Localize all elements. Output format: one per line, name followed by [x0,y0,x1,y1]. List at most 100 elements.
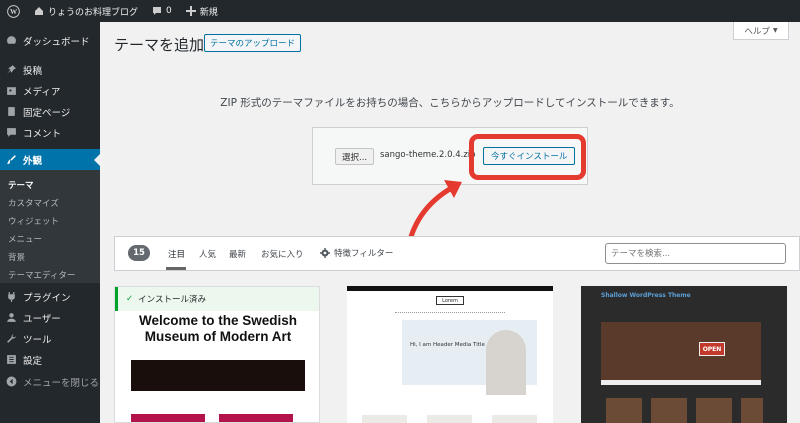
plugin-icon [6,291,17,302]
collapse-icon [6,376,17,387]
preview-block [131,414,205,422]
theme-card[interactable]: Lorem Hi, I am Header Media Title [347,286,553,423]
comments-link[interactable]: 0 [145,0,179,22]
preview-person-image [486,330,526,395]
choose-file-button[interactable]: 選択... [335,148,375,165]
theme-card[interactable]: ✓ インストール済み Welcome to the Swedish Museum… [114,286,320,423]
active-tab-indicator [166,267,186,270]
tab-featured[interactable]: 注目 [168,248,185,260]
preview-dark-band [131,360,305,391]
menu-collapse[interactable]: メニューを閉じる [0,371,100,392]
svg-text:W: W [10,8,18,16]
gear-icon [320,248,330,258]
preview-thumbnail [741,398,763,423]
preview-site-title: Shallow WordPress Theme [601,292,691,299]
preview-row [492,415,537,423]
menu-label: 設定 [23,355,43,367]
menu-label: ツール [23,334,52,346]
menu-settings[interactable]: 設定 [0,349,100,370]
installed-label: インストール済み [138,295,206,305]
submenu-customize[interactable]: カスタマイズ [8,197,59,209]
settings-icon [6,354,17,365]
page-icon [6,106,17,117]
preview-hero: Hi, I am Header Media Title [402,320,537,395]
wp-logo-icon[interactable]: W [0,0,27,22]
home-icon [35,7,43,15]
pin-icon [6,64,17,75]
preview-hero-title: Hi, I am Header Media Title [410,342,485,348]
user-icon [6,312,17,323]
menu-label: 投稿 [23,65,43,77]
theme-preview-title: Welcome to the Swedish Museum of Modern … [115,313,319,345]
menu-dashboard[interactable]: ダッシュボード [0,30,100,51]
wrench-icon [6,333,17,344]
theme-card[interactable]: Shallow WordPress Theme OPEN [581,286,787,423]
menu-label: ダッシュボード [23,36,90,48]
menu-pages[interactable]: 固定ページ [0,101,100,122]
preview-logo: Lorem [436,296,464,305]
submenu-menus[interactable]: メニュー [8,233,42,245]
comments-count: 0 [166,6,172,16]
dashboard-icon [6,35,17,46]
preview-topbar [347,286,553,291]
page-title: テーマを追加 [114,36,205,54]
preview-thumbnail [606,398,642,423]
submenu-themes[interactable]: テーマ [8,179,34,191]
menu-media[interactable]: メディア [0,80,100,101]
preview-thumbnail [696,398,732,423]
feature-filter-button[interactable]: 特徴フィルター [320,247,393,259]
preview-nav [395,312,505,315]
highlight-annotation [469,134,586,180]
menu-label: メニューを閉じる [23,377,100,389]
new-content-link[interactable]: 新規 [179,0,225,22]
menu-plugins[interactable]: プラグイン [0,286,100,307]
upload-description: ZIP 形式のテーマファイルをお持ちの場合、こちらからアップロードしてインストー… [220,97,680,109]
preview-caption [601,380,761,385]
comment-icon [6,127,17,138]
admin-sidebar: ダッシュボード 投稿 メディア 固定ページ コメント 外観 テーマ カスタマイズ… [0,22,100,423]
tab-popular[interactable]: 人気 [199,248,216,260]
new-label: 新規 [199,7,218,18]
preview-row [362,415,407,423]
tab-favorites[interactable]: お気に入り [261,248,304,260]
brush-icon [6,154,17,165]
menu-comments[interactable]: コメント [0,122,100,143]
menu-posts[interactable]: 投稿 [0,59,100,80]
checkmark-icon: ✓ [126,294,134,304]
upload-theme-button[interactable]: テーマのアップロード [204,34,302,52]
menu-label: 固定ページ [23,107,71,119]
site-name: りょうのお料理ブログ [48,7,139,18]
preview-row [427,415,472,423]
menu-label: メディア [23,86,61,98]
menu-appearance[interactable]: 外観 [0,149,100,170]
menu-users[interactable]: ユーザー [0,307,100,328]
menu-label: コメント [23,128,62,140]
preview-title-line: Welcome to the Swedish [138,313,298,328]
appearance-submenu: テーマ カスタマイズ ウィジェット メニュー 背景 テーマエディター [0,170,100,283]
media-icon [6,85,17,96]
preview-hero-image: OPEN [601,322,761,380]
preview-title-line: Museum of Modern Art [144,329,292,344]
feature-filter-label: 特徴フィルター [334,249,394,259]
preview-thumbnail [651,398,687,423]
menu-label: 外観 [23,155,43,167]
site-name-link[interactable]: りょうのお料理ブログ [27,0,145,22]
plus-icon [185,6,196,16]
menu-tools[interactable]: ツール [0,328,100,349]
tab-latest[interactable]: 最新 [229,248,246,260]
caret-down-icon: ▼ [772,27,778,34]
admin-bar: W りょうのお料理ブログ 0 新規 [0,0,800,22]
installed-notice: ✓ インストール済み [115,287,319,311]
submenu-theme-editor[interactable]: テーマエディター [8,269,75,281]
arrow-annotation-icon [407,180,462,243]
theme-count-badge: 15 [128,245,150,261]
submenu-widgets[interactable]: ウィジェット [8,215,59,227]
comment-bubble-icon [153,7,162,15]
preview-open-sign: OPEN [699,342,725,356]
menu-label: ユーザー [23,313,61,325]
menu-label: プラグイン [23,292,71,304]
help-label: ヘルプ [744,26,770,37]
help-tab[interactable]: ヘルプ ▼ [733,22,789,40]
submenu-background[interactable]: 背景 [8,251,25,263]
theme-search-input[interactable] [605,243,786,264]
